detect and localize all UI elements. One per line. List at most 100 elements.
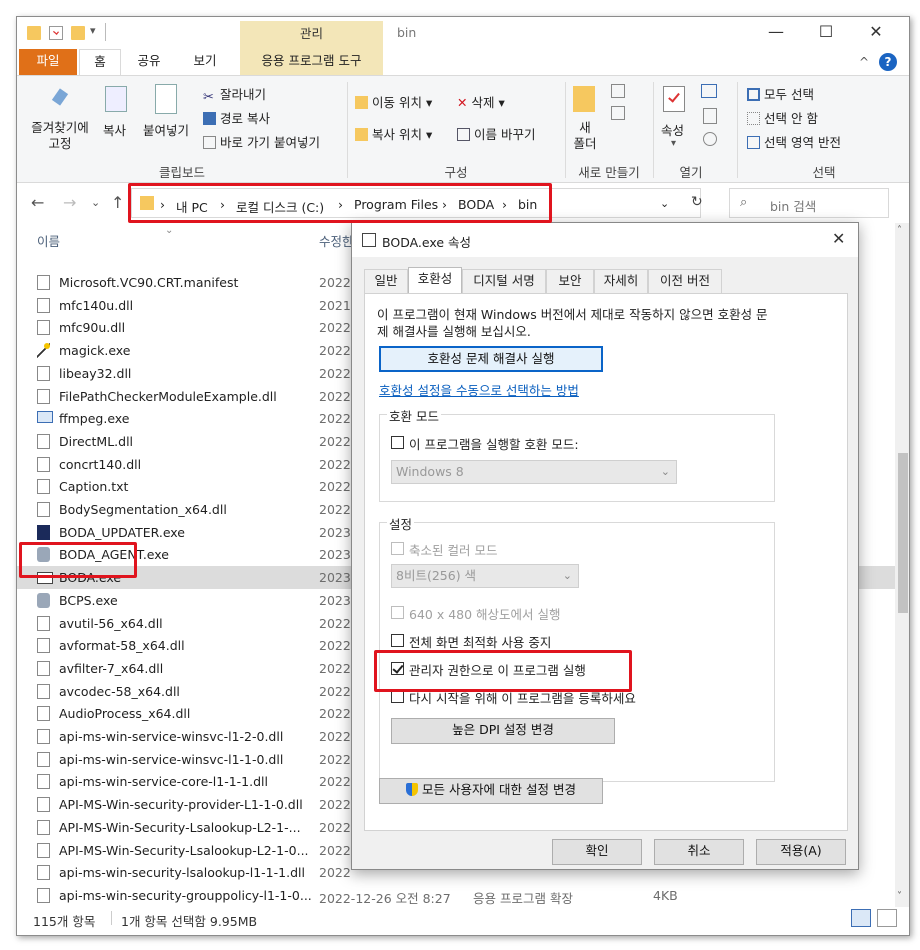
breadcrumb-boda[interactable]: BODA bbox=[458, 197, 494, 212]
pin-icon bbox=[49, 88, 71, 114]
file-name: concrt140.dll bbox=[59, 456, 142, 472]
file-date: 2022 bbox=[319, 615, 351, 631]
address-dropdown-icon[interactable]: ⌄ bbox=[660, 197, 669, 210]
tab-security[interactable]: 보안 bbox=[546, 269, 594, 293]
file-date: 2022 bbox=[319, 456, 351, 472]
file-name: API-MS-Win-Security-Lsalookup-L2-1-... bbox=[59, 819, 301, 835]
minimize-button[interactable]: — bbox=[753, 21, 799, 45]
paste-shortcut-button[interactable]: 바로 가기 붙여넣기 bbox=[203, 132, 320, 151]
tab-share[interactable]: 공유 bbox=[125, 49, 173, 75]
breadcrumb-separator[interactable]: › bbox=[220, 197, 225, 212]
scroll-up-icon[interactable]: ˄ bbox=[897, 225, 902, 236]
new-item-icon[interactable] bbox=[611, 84, 625, 98]
tab-file[interactable]: 파일 bbox=[19, 49, 77, 75]
collapse-ribbon-icon[interactable]: ^ bbox=[859, 55, 869, 69]
breadcrumb-separator[interactable]: › bbox=[160, 197, 165, 212]
ok-button[interactable]: 확인 bbox=[552, 839, 642, 865]
tab-compatibility[interactable]: 호환성 bbox=[408, 267, 462, 294]
history-icon[interactable] bbox=[703, 132, 717, 146]
high-dpi-button[interactable]: 높은 DPI 설정 변경 bbox=[391, 718, 615, 744]
search-box[interactable]: ⌕ bin 검색 bbox=[729, 188, 889, 218]
run-as-admin-checkbox[interactable] bbox=[391, 662, 404, 675]
invert-selection-button[interactable]: 선택 영역 반전 bbox=[747, 132, 841, 151]
file-date: 2023 bbox=[319, 592, 351, 608]
tab-digital-signatures[interactable]: 디지털 서명 bbox=[462, 269, 546, 293]
copy-path-button[interactable]: 경로 복사 bbox=[203, 108, 270, 127]
manual-settings-link[interactable]: 호환성 설정을 수동으로 선택하는 방법 bbox=[379, 380, 579, 399]
delete-button[interactable]: ✕ 삭제 ▾ bbox=[457, 92, 505, 111]
compat-mode-combo[interactable]: Windows 8 ⌄ bbox=[391, 460, 677, 484]
maximize-button[interactable]: ☐ bbox=[803, 21, 849, 45]
copy-button[interactable]: 복사 bbox=[103, 120, 126, 139]
file-date: 2023 bbox=[319, 547, 351, 563]
up-icon[interactable]: ↑ bbox=[111, 193, 124, 212]
paste-button[interactable]: 붙여넣기 bbox=[143, 120, 189, 139]
color-mode-combo[interactable]: 8비트(256) 색 ⌄ bbox=[391, 564, 579, 588]
breadcrumb-local-disk[interactable]: 로컬 디스크 (C:) bbox=[236, 197, 324, 216]
refresh-icon[interactable]: ↻ bbox=[691, 194, 703, 210]
file-date: 2022 bbox=[319, 388, 351, 404]
cancel-button[interactable]: 취소 bbox=[654, 839, 744, 865]
address-bar[interactable]: › 내 PC › 로컬 디스크 (C:) › Program Files › B… bbox=[131, 188, 701, 218]
scrollbar-thumb[interactable] bbox=[898, 453, 908, 613]
details-view-icon[interactable] bbox=[851, 909, 871, 927]
res-640-checkbox[interactable] bbox=[391, 606, 404, 619]
file-row[interactable]: api-ms-win-security-grouppolicy-l1-1-0..… bbox=[17, 884, 897, 907]
pin-to-quick-access-button[interactable]: 즐겨찾기에 고정 bbox=[25, 120, 95, 152]
register-restart-checkbox[interactable] bbox=[391, 690, 404, 703]
dll-file-icon bbox=[37, 683, 50, 699]
scroll-down-icon[interactable]: ˅ bbox=[897, 891, 902, 902]
dll-file-icon bbox=[37, 638, 50, 654]
properties-quick-icon[interactable] bbox=[49, 26, 63, 40]
close-button[interactable]: ✕ bbox=[853, 21, 899, 45]
select-all-button[interactable]: 모두 선택 bbox=[747, 84, 814, 103]
breadcrumb-this-pc[interactable]: 내 PC bbox=[176, 197, 208, 216]
context-tab-manage[interactable]: 관리 bbox=[240, 21, 383, 49]
recent-locations-icon[interactable]: ⌄ bbox=[91, 196, 100, 209]
breadcrumb-separator[interactable]: › bbox=[338, 197, 343, 212]
tab-general[interactable]: 일반 bbox=[364, 269, 408, 293]
file-name: api-ms-win-security-grouppolicy-l1-1-0..… bbox=[59, 887, 312, 903]
tab-view[interactable]: 보기 bbox=[181, 49, 229, 75]
tab-details[interactable]: 자세히 bbox=[594, 269, 648, 293]
customize-qat-icon[interactable]: ▾ bbox=[90, 24, 96, 37]
breadcrumb-bin[interactable]: bin bbox=[518, 197, 537, 212]
dialog-close-button[interactable]: ✕ bbox=[832, 229, 845, 248]
select-none-button[interactable]: 선택 안 함 bbox=[747, 108, 818, 127]
disable-fullscreen-checkbox[interactable] bbox=[391, 634, 404, 647]
tab-previous-versions[interactable]: 이전 버전 bbox=[648, 269, 722, 293]
move-to-button[interactable]: 이동 위치 ▾ bbox=[355, 92, 432, 111]
compat-mode-checkbox[interactable] bbox=[391, 436, 404, 449]
status-bar: 115개 항목 1개 항목 선택함 9.95MB bbox=[17, 907, 909, 935]
properties-dropdown-icon[interactable]: ▾ bbox=[671, 138, 676, 149]
tab-app-tools[interactable]: 응용 프로그램 도구 bbox=[240, 49, 383, 75]
apply-button[interactable]: 적용(A) bbox=[756, 839, 846, 865]
tab-home[interactable]: 홈 bbox=[79, 49, 121, 75]
large-icons-view-icon[interactable] bbox=[877, 909, 897, 927]
edit-icon[interactable] bbox=[703, 108, 717, 124]
column-header-modified[interactable]: 수정한 bbox=[319, 231, 354, 250]
chevron-down-icon: ⌄ bbox=[562, 569, 572, 582]
new-folder-quick-icon[interactable] bbox=[71, 26, 85, 40]
run-troubleshooter-button[interactable]: 호환성 문제 해결사 실행 bbox=[379, 346, 603, 372]
forward-icon[interactable]: → bbox=[63, 193, 76, 212]
properties-button[interactable]: 속성 bbox=[661, 120, 684, 139]
breadcrumb-separator[interactable]: › bbox=[442, 197, 447, 212]
easy-access-icon[interactable] bbox=[611, 106, 625, 120]
rename-button[interactable]: 이름 바꾸기 bbox=[457, 124, 535, 143]
column-header-name[interactable]: 이름 bbox=[37, 231, 60, 250]
all-users-settings-button[interactable]: 모든 사용자에 대한 설정 변경 bbox=[379, 778, 603, 804]
breadcrumb-separator[interactable]: › bbox=[502, 197, 507, 212]
reduced-color-checkbox[interactable] bbox=[391, 542, 404, 555]
delete-label: 삭제 bbox=[471, 95, 495, 110]
help-icon[interactable]: ? bbox=[879, 53, 897, 71]
dll-file-icon bbox=[37, 297, 50, 313]
breadcrumb-program-files[interactable]: Program Files bbox=[354, 197, 438, 212]
file-name: api-ms-win-service-winsvc-l1-2-0.dll bbox=[59, 729, 284, 744]
cut-button[interactable]: ✂ 잘라내기 bbox=[203, 84, 266, 105]
back-icon[interactable]: ← bbox=[31, 193, 44, 212]
copy-to-button[interactable]: 복사 위치 ▾ bbox=[355, 124, 432, 143]
file-name: BODA_UPDATER.exe bbox=[59, 524, 185, 540]
new-folder-button[interactable]: 새 폴더 bbox=[573, 120, 597, 152]
open-icon[interactable] bbox=[701, 84, 717, 98]
